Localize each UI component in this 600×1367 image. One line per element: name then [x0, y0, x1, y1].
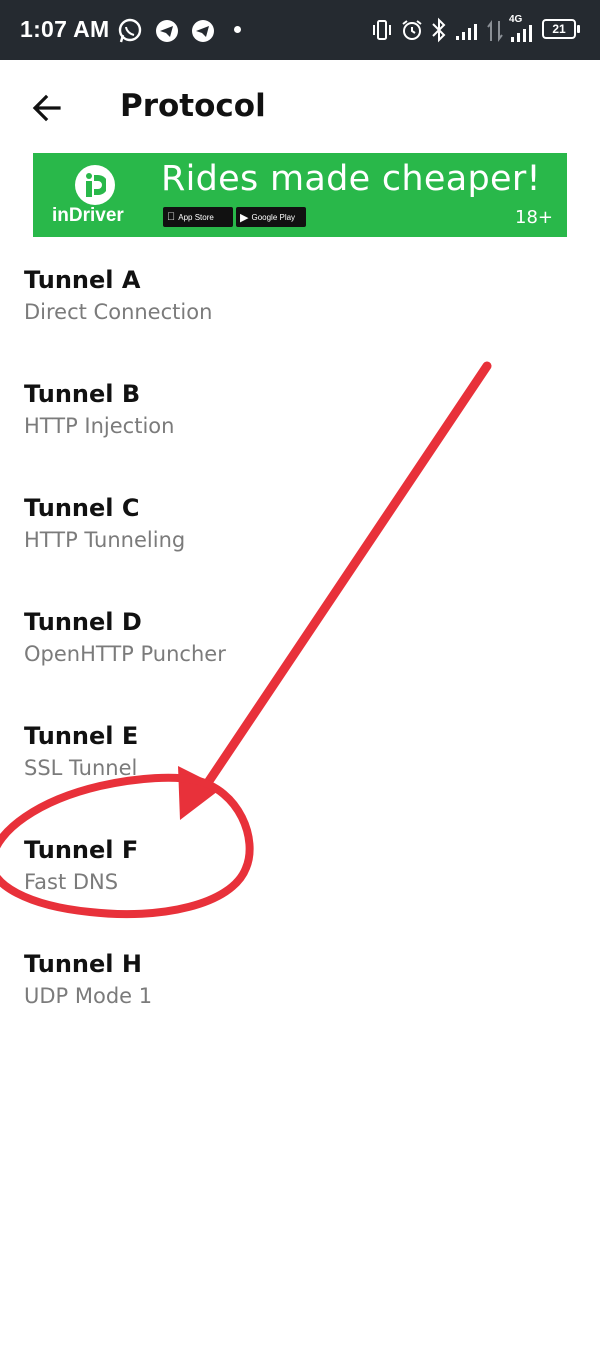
notification-dot: [234, 26, 241, 33]
tunnel-title: Tunnel E: [24, 722, 139, 750]
tunnel-item-a[interactable]: Tunnel A Direct Connection: [0, 266, 600, 376]
signal-icon: [456, 24, 477, 40]
tunnel-item-c[interactable]: Tunnel C HTTP Tunneling: [0, 494, 600, 604]
tunnel-subtitle: SSL Tunnel: [24, 756, 138, 780]
app-store-badge[interactable]:  App Store: [163, 207, 233, 227]
google-play-badge[interactable]: ▶ Google Play: [236, 207, 306, 227]
google-play-label: Google Play: [251, 212, 296, 222]
back-button[interactable]: [31, 92, 63, 124]
tunnel-item-b[interactable]: Tunnel B HTTP Injection: [0, 380, 600, 490]
battery-icon: 21: [542, 19, 580, 39]
play-icon: ▶: [240, 211, 249, 224]
tunnel-subtitle: OpenHTTP Puncher: [24, 642, 226, 666]
tunnel-subtitle: Fast DNS: [24, 870, 119, 894]
tunnel-item-h[interactable]: Tunnel H UDP Mode 1: [0, 950, 600, 1060]
tunnel-subtitle: UDP Mode 1: [24, 984, 153, 1008]
bluetooth-icon: [432, 17, 446, 43]
apple-icon: : [167, 211, 175, 223]
battery-level: 21: [552, 22, 566, 36]
tunnel-item-e[interactable]: Tunnel E SSL Tunnel: [0, 722, 600, 832]
vibrate-icon: [373, 20, 391, 40]
status-bar: 1:07 AM 4G 21: [0, 0, 600, 60]
tunnel-title: Tunnel C: [24, 494, 140, 522]
signal-4g-icon: [511, 25, 532, 42]
whatsapp-icon: [118, 18, 142, 43]
indriver-logo: [75, 165, 115, 205]
status-time: 1:07 AM: [20, 16, 110, 42]
page-title: Protocol: [120, 88, 266, 124]
tunnel-item-d[interactable]: Tunnel D OpenHTTP Puncher: [0, 608, 600, 718]
tunnel-title: Tunnel A: [24, 266, 141, 294]
tunnel-subtitle: Direct Connection: [24, 300, 213, 324]
arrow-left-icon: [32, 94, 61, 122]
alarm-icon: [402, 20, 422, 40]
app-store-label: App Store: [170, 212, 214, 222]
tunnel-item-f[interactable]: Tunnel F Fast DNS: [0, 836, 600, 946]
ad-headline: Rides made cheaper!: [161, 159, 541, 199]
telegram-icon: [192, 20, 214, 42]
ad-banner[interactable]: inDriver Rides made cheaper!  App Store…: [33, 153, 567, 237]
data-arrows-icon: [487, 20, 503, 42]
tunnel-title: Tunnel D: [24, 608, 142, 636]
telegram-icon: [156, 20, 178, 42]
tunnel-title: Tunnel B: [24, 380, 141, 408]
tunnel-title: Tunnel F: [24, 836, 139, 864]
ad-brand-name: inDriver: [52, 205, 124, 226]
ad-age-rating: 18+: [515, 207, 553, 228]
tunnel-subtitle: HTTP Injection: [24, 414, 175, 438]
tunnel-title: Tunnel H: [24, 950, 142, 978]
tunnel-subtitle: HTTP Tunneling: [24, 528, 186, 552]
